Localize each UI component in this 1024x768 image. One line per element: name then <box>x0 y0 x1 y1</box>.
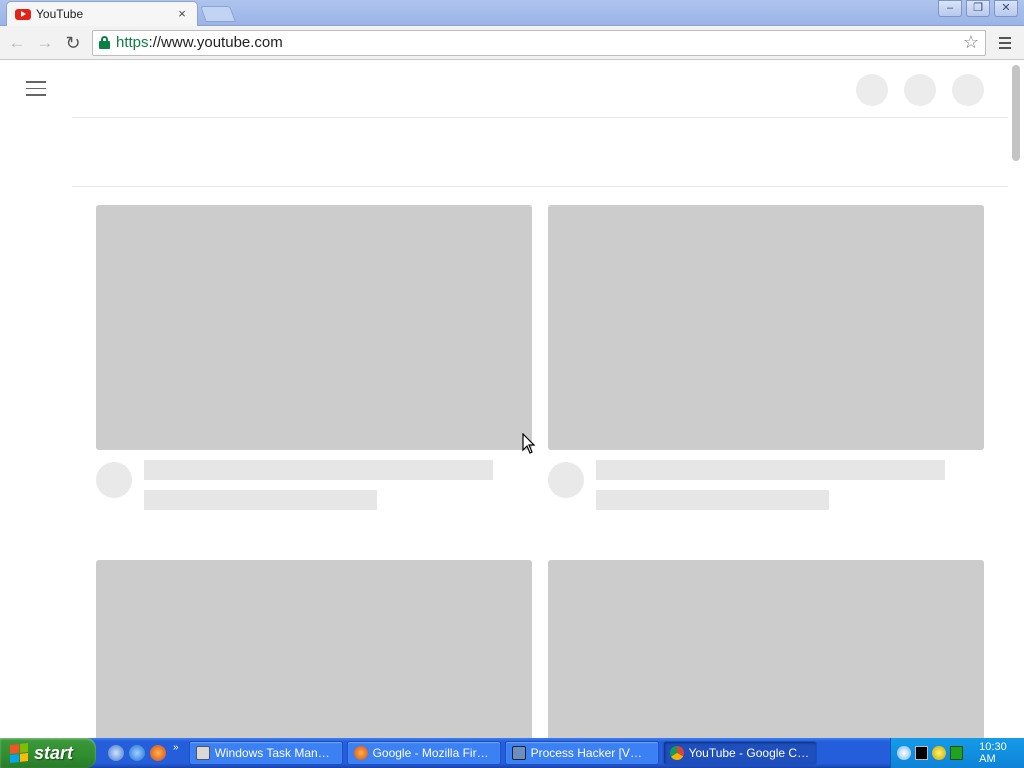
tray-app-icon[interactable] <box>932 746 946 760</box>
forward-button[interactable]: → <box>34 32 56 54</box>
url-scheme: https <box>116 34 149 51</box>
taskbar-item-label: Windows Task Manager <box>214 746 336 760</box>
youtube-favicon-icon <box>15 8 31 20</box>
title-placeholder <box>596 460 945 480</box>
url-host: ://www.youtube.com <box>148 34 283 51</box>
taskbar-item-label: Google - Mozilla Firefox <box>372 746 494 760</box>
header-placeholder-circle <box>952 74 984 106</box>
show-desktop-icon[interactable] <box>108 745 124 761</box>
clock: 10:30 AM <box>979 741 1007 765</box>
tab-strip: YouTube × – ❐ ✕ <box>0 0 1024 26</box>
network-icon[interactable] <box>949 746 964 760</box>
console-icon[interactable] <box>914 746 929 760</box>
firefox-icon[interactable] <box>150 745 166 761</box>
process-hacker-icon <box>511 746 526 760</box>
reload-button[interactable]: ↻ <box>62 32 84 54</box>
youtube-page <box>0 61 1024 738</box>
taskbar-item-chrome[interactable]: YouTube - Google Ch... <box>662 741 817 765</box>
video-thumbnail-placeholder <box>96 205 532 450</box>
bookmark-star-icon[interactable]: ☆ <box>963 32 979 53</box>
taskbar-item-task-manager[interactable]: Windows Task Manager <box>188 741 343 765</box>
video-thumbnail-placeholder <box>548 560 984 738</box>
header-placeholder-circle <box>904 74 936 106</box>
task-manager-icon <box>195 746 210 760</box>
internet-explorer-icon[interactable] <box>129 745 145 761</box>
restore-button[interactable]: ❐ <box>966 0 990 17</box>
address-bar[interactable]: https ://www.youtube.com ☆ <box>92 29 986 56</box>
chrome-menu-button[interactable] <box>994 36 1016 49</box>
start-button[interactable]: start <box>0 738 96 768</box>
mouse-cursor-icon <box>522 433 536 454</box>
tab-title: YouTube <box>36 7 84 21</box>
tab-youtube[interactable]: YouTube × <box>6 1 198 26</box>
channel-avatar-placeholder <box>96 462 132 498</box>
taskbar-item-label: Process Hacker [VM-4... <box>530 746 652 760</box>
lock-icon <box>99 36 110 49</box>
meta-placeholder <box>144 490 377 510</box>
window-controls: – ❐ ✕ <box>934 0 1018 17</box>
system-tray: 10:30 AM <box>890 738 1024 768</box>
video-thumbnail-placeholder <box>548 205 984 450</box>
firefox-icon <box>353 746 368 760</box>
chrome-icon <box>669 746 684 760</box>
video-thumbnail-placeholder <box>96 560 532 738</box>
tray-expand-icon[interactable] <box>897 746 911 760</box>
new-tab-button[interactable] <box>200 6 236 22</box>
header-divider <box>72 117 1008 118</box>
back-button[interactable]: ← <box>6 32 28 54</box>
page-scrollbar[interactable] <box>1012 65 1020 161</box>
taskbar-item-label: YouTube - Google Ch... <box>688 746 810 760</box>
browser-toolbar: ← → ↻ https ://www.youtube.com ☆ <box>0 26 1024 60</box>
taskbar: start » Windows Task Manager Google - Mo… <box>0 738 1024 768</box>
windows-logo-icon <box>10 743 28 763</box>
tab-close-icon[interactable]: × <box>175 7 189 21</box>
channel-avatar-placeholder <box>548 462 584 498</box>
minimize-button[interactable]: – <box>938 0 962 17</box>
title-placeholder <box>144 460 493 480</box>
meta-placeholder <box>596 490 829 510</box>
guide-menu-icon[interactable] <box>26 81 46 96</box>
header-placeholder-circle <box>856 74 888 106</box>
taskbar-item-process-hacker[interactable]: Process Hacker [VM-4... <box>504 741 659 765</box>
close-window-button[interactable]: ✕ <box>994 0 1018 17</box>
chips-divider <box>72 186 1008 187</box>
taskbar-item-firefox[interactable]: Google - Mozilla Firefox <box>346 741 501 765</box>
start-label: start <box>34 742 74 763</box>
quick-launch-more[interactable]: » <box>173 742 179 753</box>
quick-launch: » <box>96 738 185 768</box>
